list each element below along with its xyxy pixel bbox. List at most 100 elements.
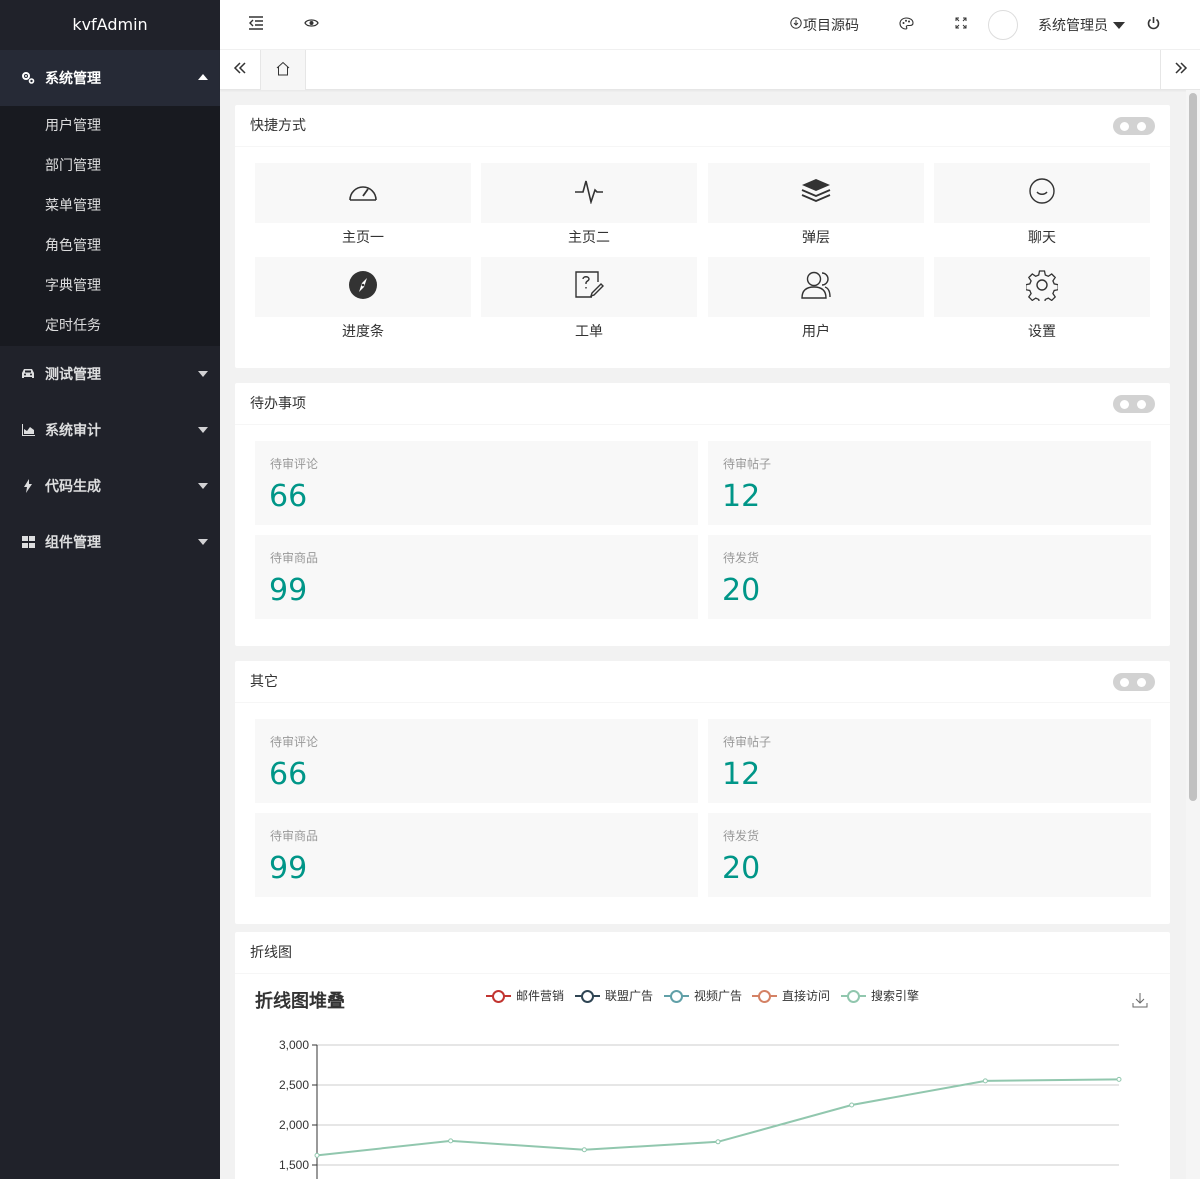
shortcut-user[interactable] bbox=[708, 257, 924, 317]
shortcut-home-one[interactable] bbox=[255, 163, 471, 223]
stat-pending-shipments[interactable]: 待发货 20 bbox=[708, 535, 1151, 619]
home-icon bbox=[275, 61, 291, 80]
stat-value: 20 bbox=[722, 573, 761, 608]
sidebar: kvfAdmin 系统管理 用户管理 部门管理 菜单管理 角色管理 字典管理 定… bbox=[0, 0, 220, 1179]
double-chevron-right-icon bbox=[1174, 61, 1188, 79]
sidebar-item-menus[interactable]: 菜单管理 bbox=[0, 186, 220, 226]
legend-label: 直接访问 bbox=[782, 989, 831, 1003]
tab-scroll-left-button[interactable] bbox=[220, 50, 260, 90]
sidebar-item-dictionary[interactable]: 字典管理 bbox=[0, 266, 220, 306]
eye-icon bbox=[304, 17, 319, 33]
chart-pulse-icon bbox=[574, 178, 604, 208]
sidebar-item-departments[interactable]: 部门管理 bbox=[0, 146, 220, 186]
sidebar-group-codegen[interactable]: 代码生成 bbox=[0, 458, 220, 514]
bolt-icon bbox=[20, 478, 36, 494]
shortcut-settings[interactable] bbox=[934, 257, 1150, 317]
sidebar-item-scheduled-tasks[interactable]: 定时任务 bbox=[0, 306, 220, 346]
card-collapse-toggle[interactable] bbox=[1113, 673, 1155, 691]
layers-icon bbox=[801, 178, 831, 208]
tab-home[interactable] bbox=[260, 50, 306, 90]
card-title: 待办事项 bbox=[235, 383, 1170, 425]
logout-button[interactable] bbox=[1147, 0, 1160, 50]
data-point bbox=[1116, 1076, 1122, 1082]
legend-item[interactable]: 视频广告 bbox=[664, 987, 742, 1004]
content-scrollbar[interactable] bbox=[1186, 90, 1200, 1179]
legend-marker bbox=[664, 989, 689, 1003]
sidebar-group-test[interactable]: 测试管理 bbox=[0, 346, 220, 402]
data-point bbox=[314, 1152, 320, 1158]
card-collapse-toggle[interactable] bbox=[1113, 395, 1155, 413]
legend-item[interactable]: 联盟广告 bbox=[575, 987, 653, 1004]
legend-label: 联盟广告 bbox=[605, 989, 654, 1003]
sidebar-item-users[interactable]: 用户管理 bbox=[0, 106, 220, 146]
card-title-text: 待办事项 bbox=[250, 396, 306, 412]
legend-item[interactable]: 直接访问 bbox=[752, 987, 830, 1004]
stat-value: 99 bbox=[269, 851, 308, 886]
legend-marker bbox=[841, 989, 866, 1003]
stat-pending-comments[interactable]: 待审评论 66 bbox=[255, 719, 698, 803]
stat-pending-posts[interactable]: 待审帖子 12 bbox=[708, 719, 1151, 803]
chevron-down-icon bbox=[198, 427, 208, 433]
grid-icon bbox=[20, 534, 36, 550]
source-link[interactable]: 项目源码 bbox=[790, 0, 859, 50]
avatar bbox=[988, 10, 1018, 40]
car-icon bbox=[20, 366, 36, 382]
menu-toggle-button[interactable] bbox=[248, 0, 264, 50]
stat-pending-comments[interactable]: 待审评论 66 bbox=[255, 441, 698, 525]
sidebar-group-label: 系统管理 bbox=[45, 71, 101, 87]
shortcut-home-two[interactable] bbox=[481, 163, 697, 223]
app-logo[interactable]: kvfAdmin bbox=[0, 0, 220, 50]
sidebar-group-system[interactable]: 系统管理 bbox=[0, 50, 220, 106]
stat-label: 待审帖子 bbox=[723, 735, 772, 749]
download-circle-icon bbox=[790, 17, 802, 33]
shortcut-chat[interactable] bbox=[934, 163, 1150, 223]
user-avatar[interactable] bbox=[988, 0, 1018, 50]
shortcut-ticket[interactable] bbox=[481, 257, 697, 317]
stat-pending-products[interactable]: 待审商品 99 bbox=[255, 535, 698, 619]
sidebar-group-components[interactable]: 组件管理 bbox=[0, 514, 220, 570]
y-tick-label: 2,000 bbox=[279, 1118, 309, 1132]
legend-item[interactable]: 邮件营销 bbox=[486, 987, 564, 1004]
other-card: 其它 待审评论 66 待审帖子 12 待审商品 99 待发货 20 bbox=[235, 661, 1170, 924]
area-chart-icon bbox=[20, 422, 36, 438]
user-menu[interactable]: 系统管理员 bbox=[1038, 0, 1125, 50]
stat-label: 待审评论 bbox=[270, 735, 319, 749]
stat-pending-products[interactable]: 待审商品 99 bbox=[255, 813, 698, 897]
sidebar-group-label: 系统审计 bbox=[45, 423, 101, 439]
save-image-button[interactable] bbox=[1132, 992, 1148, 1012]
source-link-label: 项目源码 bbox=[803, 18, 859, 34]
sidebar-group-audit[interactable]: 系统审计 bbox=[0, 402, 220, 458]
user-name: 系统管理员 bbox=[1038, 18, 1108, 34]
chart-title: 折线图堆叠 bbox=[255, 991, 345, 1012]
chevron-down-icon bbox=[198, 539, 208, 545]
tab-scroll-right-button[interactable] bbox=[1160, 50, 1200, 90]
stat-label: 待审评论 bbox=[270, 457, 319, 471]
data-point bbox=[581, 1147, 587, 1153]
gear-icon bbox=[1025, 269, 1059, 305]
card-title-text: 其它 bbox=[250, 674, 278, 690]
chevron-down-icon bbox=[198, 483, 208, 489]
sidebar-item-roles[interactable]: 角色管理 bbox=[0, 226, 220, 266]
card-title: 折线图 bbox=[235, 932, 1170, 974]
shortcut-progress[interactable] bbox=[255, 257, 471, 317]
y-tick-label: 1,500 bbox=[279, 1158, 309, 1172]
stat-pending-posts[interactable]: 待审帖子 12 bbox=[708, 441, 1151, 525]
fullscreen-button[interactable] bbox=[955, 0, 967, 50]
preview-button[interactable] bbox=[304, 0, 319, 50]
shortcut-label: 工单 bbox=[575, 324, 603, 340]
card-title: 快捷方式 bbox=[235, 105, 1170, 147]
top-header: 项目源码 系统管理员 bbox=[220, 0, 1200, 50]
theme-button[interactable] bbox=[899, 0, 914, 50]
data-point bbox=[715, 1139, 721, 1145]
stat-label: 待审帖子 bbox=[723, 457, 772, 471]
data-point bbox=[849, 1102, 855, 1108]
caret-down-icon bbox=[1113, 21, 1125, 29]
legend-item[interactable]: 搜索引擎 bbox=[841, 987, 919, 1004]
stat-pending-shipments[interactable]: 待发货 20 bbox=[708, 813, 1151, 897]
legend-label: 视频广告 bbox=[694, 989, 743, 1003]
shortcut-layer[interactable] bbox=[708, 163, 924, 223]
scrollbar-thumb[interactable] bbox=[1189, 93, 1197, 801]
card-collapse-toggle[interactable] bbox=[1113, 117, 1155, 135]
series-line bbox=[316, 1078, 1120, 1157]
sidebar-group-label: 代码生成 bbox=[45, 479, 101, 495]
